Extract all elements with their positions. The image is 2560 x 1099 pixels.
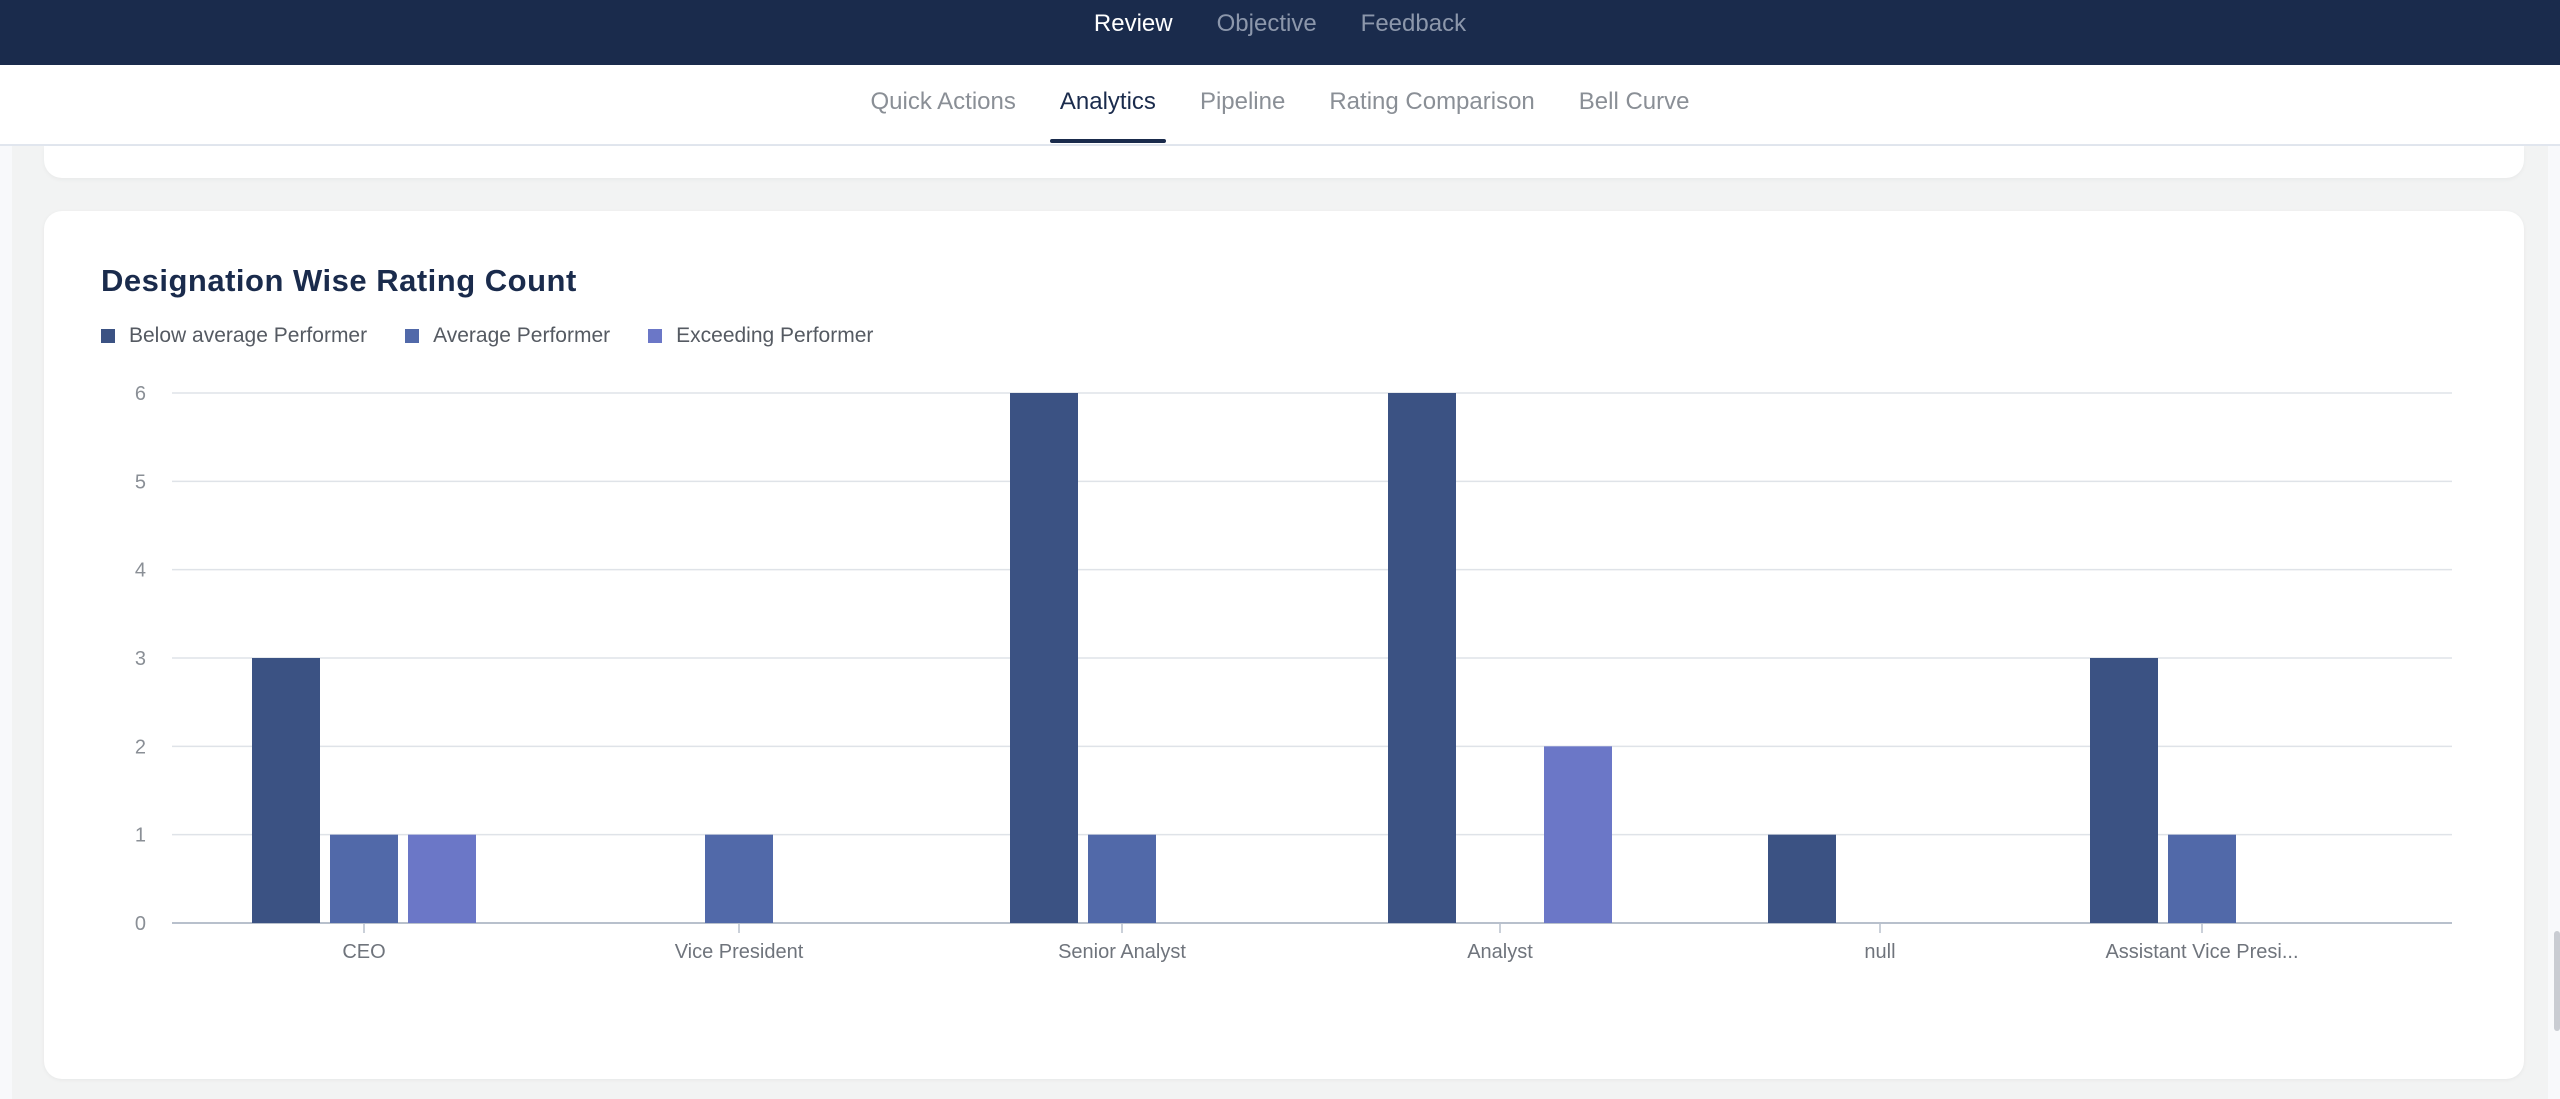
tab-feedback[interactable]: Feedback bbox=[1339, 0, 1488, 48]
tab-bell-curve[interactable]: Bell Curve bbox=[1557, 65, 1712, 146]
bar[interactable] bbox=[1544, 746, 1612, 923]
x-tick-label: Senior Analyst bbox=[1058, 941, 1186, 963]
sub-tabs: Quick Actions Analytics Pipeline Rating … bbox=[0, 65, 2560, 146]
x-tick-label: null bbox=[1864, 941, 1895, 963]
sub-navigation-bar: Quick Actions Analytics Pipeline Rating … bbox=[0, 65, 2560, 146]
bar[interactable] bbox=[2090, 658, 2158, 923]
x-tick-label: Vice President bbox=[675, 941, 804, 963]
bar[interactable] bbox=[1768, 834, 1836, 923]
tab-pipeline[interactable]: Pipeline bbox=[1178, 65, 1307, 146]
x-tick-label: CEO bbox=[342, 941, 385, 963]
bar[interactable] bbox=[2168, 834, 2236, 923]
tab-quick-actions[interactable]: Quick Actions bbox=[848, 65, 1037, 146]
bar[interactable] bbox=[252, 658, 320, 923]
scrollbar-thumb[interactable] bbox=[2554, 931, 2560, 1031]
bar-chart: 0 1 2 3 4 5 6 CEO Vice President Senior Analyst An… bbox=[135, 383, 2452, 963]
right-gutter bbox=[2548, 146, 2560, 1099]
bar[interactable] bbox=[408, 834, 476, 923]
tab-objective[interactable]: Objective bbox=[1195, 0, 1339, 48]
tab-rating-comparison[interactable]: Rating Comparison bbox=[1307, 65, 1556, 146]
y-tick-label: 2 bbox=[135, 736, 146, 758]
bar[interactable] bbox=[1388, 393, 1456, 923]
y-tick-label: 4 bbox=[135, 560, 146, 582]
tab-analytics[interactable]: Analytics bbox=[1038, 65, 1178, 146]
x-tick-label: Analyst bbox=[1467, 941, 1533, 963]
top-tabs: Review Objective Feedback bbox=[0, 0, 2560, 48]
x-tick-label: Assistant Vice Presi... bbox=[2105, 941, 2298, 963]
y-tick-label: 0 bbox=[135, 913, 146, 935]
designation-rating-card: Designation Wise Rating Count Below aver… bbox=[44, 211, 2524, 1079]
y-tick-label: 6 bbox=[135, 383, 146, 405]
y-tick-label: 3 bbox=[135, 648, 146, 670]
y-tick-label: 1 bbox=[135, 825, 146, 847]
bar[interactable] bbox=[1088, 834, 1156, 923]
bar[interactable] bbox=[330, 834, 398, 923]
previous-card-bottom bbox=[44, 146, 2524, 178]
bar[interactable] bbox=[1010, 393, 1078, 923]
tab-review[interactable]: Review bbox=[1072, 0, 1195, 48]
y-tick-label: 5 bbox=[135, 471, 146, 493]
top-navigation-bar: Review Objective Feedback bbox=[0, 0, 2560, 65]
bar[interactable] bbox=[705, 834, 773, 923]
left-gutter bbox=[0, 146, 12, 1099]
